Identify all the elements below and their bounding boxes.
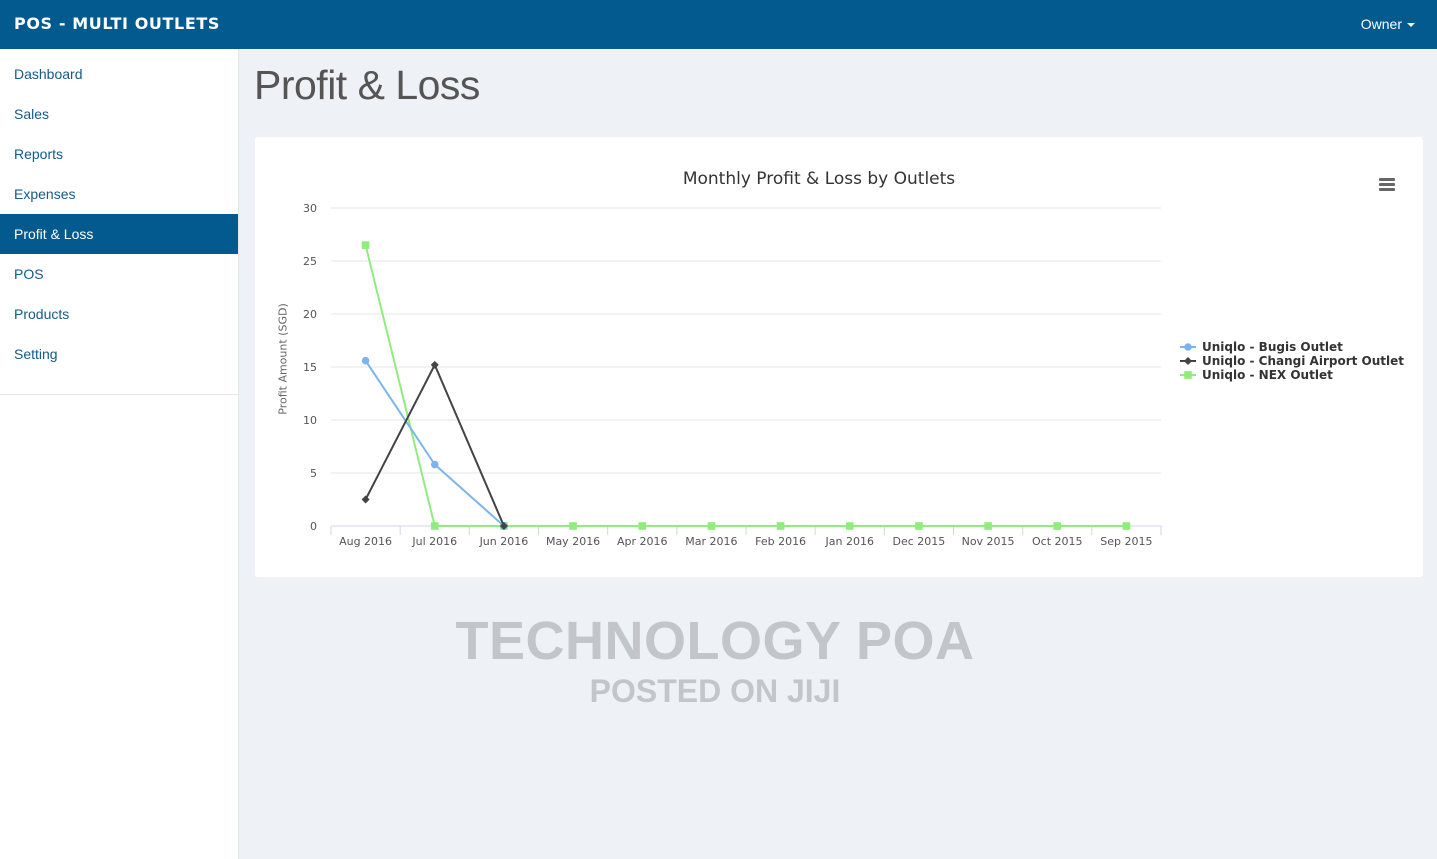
data-point [915, 522, 923, 530]
sidebar-item-setting[interactable]: Setting [0, 334, 238, 374]
x-tick-label: Oct 2015 [1032, 535, 1083, 548]
y-tick-label: 10 [303, 414, 317, 427]
legend-item[interactable]: Uniqlo - Changi Airport Outlet [1180, 354, 1404, 368]
legend-symbol-icon [1180, 371, 1196, 379]
series-line [364, 362, 505, 527]
legend-item[interactable]: Uniqlo - Bugis Outlet [1180, 340, 1404, 354]
top-navbar: POS - MULTI OUTLETS Owner [0, 0, 1437, 49]
app-brand[interactable]: POS - MULTI OUTLETS [14, 14, 220, 33]
legend-marker [1184, 357, 1192, 365]
data-point [707, 522, 716, 530]
data-point [1053, 522, 1062, 530]
data-point [361, 356, 370, 365]
sidebar-item-sales[interactable]: Sales [0, 94, 238, 134]
y-tick-label: 30 [303, 202, 317, 215]
legend-item[interactable]: Uniqlo - NEX Outlet [1180, 368, 1404, 382]
data-point [361, 495, 370, 504]
data-point [845, 522, 854, 530]
legend-marker [1184, 371, 1192, 379]
sidebar-item-expenses[interactable]: Expenses [0, 174, 238, 214]
chart-card: Monthly Profit & Loss by Outlets Profit … [255, 137, 1423, 577]
y-tick-label: 25 [303, 255, 317, 268]
sidebar-item-products[interactable]: Products [0, 294, 238, 334]
legend-label: Uniqlo - NEX Outlet [1202, 368, 1333, 382]
legend-marker [1184, 343, 1192, 351]
x-tick-label: Sep 2015 [1100, 535, 1152, 548]
data-point [569, 522, 577, 530]
watermark-line1: TECHNOLOGY POA [455, 611, 975, 671]
sidebar-item-profit-loss[interactable]: Profit & Loss [0, 214, 238, 254]
x-tick-label: Aug 2016 [339, 535, 392, 548]
x-tick-label: Mar 2016 [685, 535, 737, 548]
series-line [364, 360, 505, 527]
data-point [430, 522, 439, 530]
y-tick-label: 15 [303, 361, 317, 374]
x-tick-label: Feb 2016 [755, 535, 806, 548]
chart-legend: Uniqlo - Bugis Outlet Uniqlo - Changi Air… [1180, 340, 1404, 382]
sidebar-nav: Dashboard Sales Reports Expenses Profit … [0, 49, 238, 395]
watermark-line2: POSTED ON JIJI [589, 673, 841, 709]
user-menu-label: Owner [1360, 16, 1402, 32]
y-tick-label: 0 [310, 520, 317, 533]
x-tick-label: Apr 2016 [617, 535, 668, 548]
data-point [776, 522, 785, 530]
x-tick-label: Dec 2015 [893, 535, 946, 548]
series-line [364, 244, 1127, 527]
legend-label: Uniqlo - Changi Airport Outlet [1202, 354, 1405, 368]
sidebar-item-pos[interactable]: POS [0, 254, 238, 294]
legend-label: Uniqlo - Bugis Outlet [1202, 340, 1343, 354]
page-title: Profit & Loss [254, 62, 480, 108]
data-point [430, 460, 439, 469]
x-tick-label: May 2016 [546, 535, 600, 548]
data-point [984, 522, 992, 530]
data-point [361, 241, 370, 249]
x-tick-label: Nov 2015 [962, 535, 1015, 548]
y-tick-label: 20 [303, 308, 317, 321]
legend-symbol-icon [1180, 343, 1196, 351]
data-point [1122, 522, 1131, 530]
y-tick-label: 5 [310, 467, 317, 480]
x-tick-label: Jul 2016 [411, 535, 457, 548]
sidebar-item-reports[interactable]: Reports [0, 134, 238, 174]
caret-down-icon [1407, 23, 1415, 28]
x-tick-label: Jan 2016 [825, 535, 874, 548]
data-point [430, 360, 439, 369]
data-point [638, 522, 647, 530]
x-tick-label: Jun 2016 [479, 535, 529, 548]
legend-symbol-icon [1180, 357, 1196, 365]
sidebar-item-dashboard[interactable]: Dashboard [0, 54, 238, 94]
user-menu[interactable]: Owner [1361, 16, 1415, 32]
sidebar: Dashboard Sales Reports Expenses Profit … [0, 49, 239, 859]
